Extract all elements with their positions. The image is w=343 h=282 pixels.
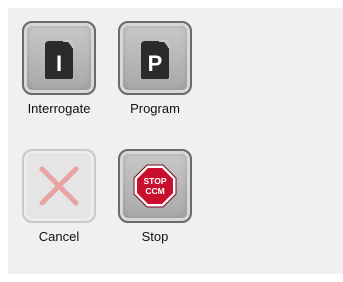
device-program-icon: P	[141, 40, 170, 79]
cancel-tool: Cancel	[19, 149, 99, 244]
program-glyph: P	[148, 51, 163, 76]
interrogate-glyph: I	[56, 51, 62, 76]
stop-label: Stop	[141, 229, 169, 244]
cancel-button[interactable]	[22, 149, 96, 223]
cancel-label: Cancel	[38, 229, 80, 244]
interrogate-tool: I Interrogate	[19, 21, 99, 116]
interrogate-button[interactable]: I	[22, 21, 96, 95]
interrogate-label: Interrogate	[27, 101, 91, 116]
stop-tool: STOP CCM Stop	[115, 149, 195, 244]
stop-sign-line1: STOP	[144, 176, 167, 186]
program-label: Program	[130, 101, 180, 116]
stop-ccm-icon: STOP CCM	[133, 164, 177, 208]
cancel-x-icon	[39, 166, 79, 206]
stop-button[interactable]: STOP CCM	[118, 149, 192, 223]
toolbar-panel: I Interrogate P Program Cancel STOP CCM …	[8, 8, 343, 274]
stop-sign-line2: CCM	[145, 186, 164, 196]
program-tool: P Program	[115, 21, 195, 116]
program-button[interactable]: P	[118, 21, 192, 95]
device-interrogate-icon: I	[45, 40, 74, 79]
